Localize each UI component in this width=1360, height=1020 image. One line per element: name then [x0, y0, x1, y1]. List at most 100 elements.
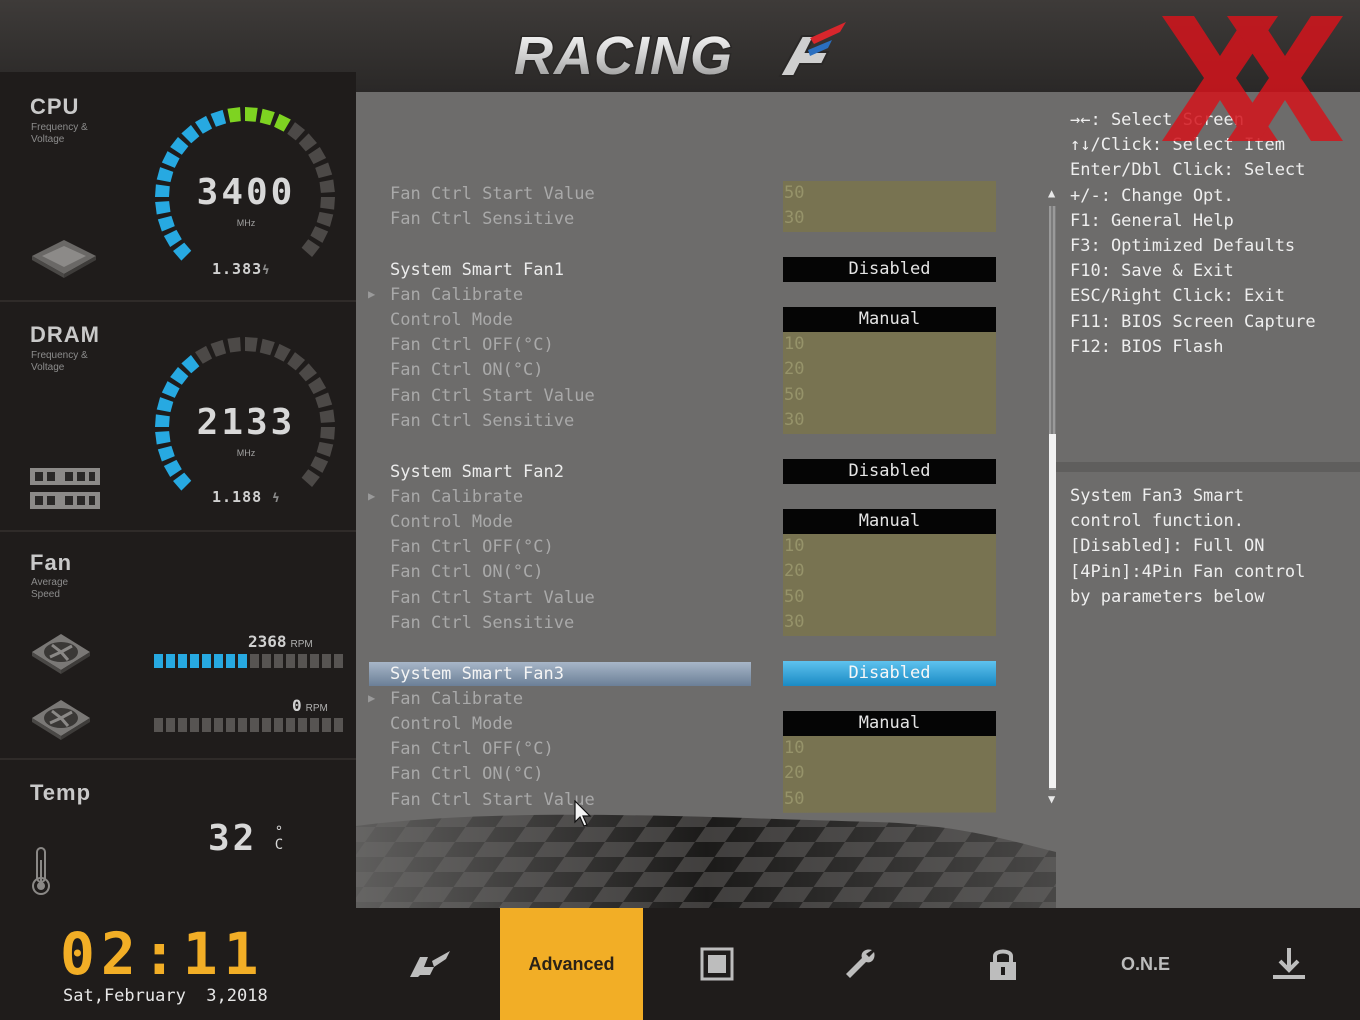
tab-main[interactable]: [358, 908, 501, 1020]
setting-label[interactable]: Fan Ctrl Start Value: [390, 384, 595, 408]
help-panel: →←: Select Screen ↑↓/Click: Select Item En…: [1056, 92, 1360, 908]
setting-label[interactable]: Fan Ctrl ON(°C): [390, 560, 544, 584]
value-field[interactable]: 20: [783, 357, 996, 383]
gauge-segment: [274, 113, 291, 132]
setting-label[interactable]: Control Mode: [390, 510, 513, 534]
fan2-speed-bar: [154, 718, 343, 732]
setting-label[interactable]: Fan Ctrl OFF(°C): [390, 333, 554, 357]
submenu-arrow-icon: ▶: [368, 287, 376, 301]
dram-section: DRAM Frequency & Voltage 2133 MHz 1.188 …: [0, 302, 356, 532]
fan-speed-segment: [310, 718, 319, 732]
dram-module-icon: [30, 466, 102, 516]
gauge-segment: [320, 427, 335, 440]
tab-security[interactable]: [931, 908, 1074, 1020]
fan2-icon: [30, 698, 92, 746]
tab-tools[interactable]: [788, 908, 931, 1020]
gauge-segment: [161, 381, 180, 398]
fan-speed-segment: [334, 718, 343, 732]
dram-frequency: 2133: [196, 402, 296, 443]
tab-one[interactable]: O.N.E: [1074, 908, 1217, 1020]
xx-watermark-logo: [1160, 16, 1345, 141]
fan-section: Fan Average Speed 2368 RPM 0 RPM: [0, 532, 356, 760]
hardware-monitor-panel: CPU Frequency & Voltage 3400 MHz 1.383ϟ …: [0, 72, 356, 908]
gauge-segment: [308, 376, 327, 395]
option-selector[interactable]: Disabled: [783, 459, 996, 484]
scrollbar-thumb[interactable]: [1049, 434, 1056, 788]
help-key-line: Enter/Dbl Click: Select: [1070, 160, 1306, 181]
fan-speed-segment: [238, 718, 247, 732]
setting-label[interactable]: Fan Ctrl Sensitive: [390, 409, 574, 433]
gauge-segment: [301, 469, 320, 488]
setting-label[interactable]: Fan Ctrl OFF(°C): [390, 737, 554, 761]
fan-speed-segment: [178, 654, 187, 668]
value-field[interactable]: 30: [783, 206, 996, 232]
value-field[interactable]: 50: [783, 181, 996, 207]
help-key-line: +/-: Change Opt.: [1070, 185, 1234, 206]
value-field[interactable]: 20: [783, 559, 996, 585]
submenu-item[interactable]: Fan Calibrate: [390, 283, 523, 307]
value-field[interactable]: 10: [783, 534, 996, 560]
scroll-up-arrow-icon[interactable]: ▲: [1048, 186, 1055, 200]
setting-label[interactable]: Fan Ctrl Start Value: [390, 586, 595, 610]
setting-label[interactable]: Fan Ctrl OFF(°C): [390, 535, 554, 559]
value-field[interactable]: 10: [783, 736, 996, 762]
tab-advanced[interactable]: Advanced: [500, 908, 643, 1020]
help-key-line: ESC/Right Click: Exit: [1070, 286, 1285, 307]
submenu-arrow-icon: ▶: [368, 489, 376, 503]
help-divider: [1056, 462, 1360, 472]
tab-chipset[interactable]: [645, 908, 788, 1020]
tab-exit[interactable]: [1217, 908, 1360, 1020]
gauge-segment: [301, 239, 320, 258]
gauge-segment: [245, 107, 258, 122]
cpu-frequency-unit: MHz: [236, 218, 256, 228]
fan-speed-segment: [286, 654, 295, 668]
setting-label[interactable]: Fan Ctrl Start Value: [390, 182, 595, 206]
option-selector[interactable]: Manual: [783, 509, 996, 534]
fan-speed-segment: [322, 718, 331, 732]
option-selector[interactable]: Manual: [783, 307, 996, 332]
option-selector[interactable]: Manual: [783, 711, 996, 736]
value-field[interactable]: 10: [783, 332, 996, 358]
gauge-segment: [155, 414, 170, 427]
option-selector[interactable]: Disabled: [783, 661, 996, 686]
setting-label[interactable]: Fan Ctrl ON(°C): [390, 762, 544, 786]
setting-label[interactable]: Fan Ctrl Start Value: [390, 788, 595, 812]
value-field[interactable]: 50: [783, 585, 996, 611]
racing-logo-icon: [409, 951, 450, 977]
fan-speed-segment: [166, 718, 175, 732]
setting-label[interactable]: System Smart Fan1: [390, 258, 564, 282]
option-selector[interactable]: Disabled: [783, 257, 996, 282]
cpu-subtitle: Frequency & Voltage: [31, 122, 88, 145]
fan1-rpm: 2368 RPM: [248, 632, 313, 651]
setting-label[interactable]: Control Mode: [390, 308, 513, 332]
lock-icon: [989, 949, 1016, 980]
value-field[interactable]: 20: [783, 761, 996, 787]
fan-speed-segment: [262, 718, 271, 732]
gauge-segment: [308, 146, 327, 165]
setting-label[interactable]: System Smart Fan3: [369, 662, 751, 686]
value-field[interactable]: 50: [783, 787, 996, 813]
gauge-segment: [315, 162, 333, 179]
value-field[interactable]: 50: [783, 383, 996, 409]
setting-label[interactable]: Fan Ctrl ON(°C): [390, 358, 544, 382]
setting-label[interactable]: Fan Ctrl Sensitive: [390, 611, 574, 635]
key-help-list: →←: Select Screen ↑↓/Click: Select Item En…: [1070, 108, 1316, 360]
setting-label[interactable]: System Smart Fan2: [390, 460, 564, 484]
gauge-segment: [210, 109, 227, 127]
gauge-segment: [155, 201, 171, 215]
dram-title: DRAM: [30, 322, 100, 347]
gauge-segment: [287, 352, 306, 371]
setting-label[interactable]: Control Mode: [390, 712, 513, 736]
scroll-down-arrow-icon[interactable]: ▼: [1048, 792, 1055, 806]
description-line: System Fan3 Smart: [1070, 486, 1244, 506]
fan-speed-segment: [202, 718, 211, 732]
submenu-item[interactable]: Fan Calibrate: [390, 687, 523, 711]
gauge-segment: [245, 337, 258, 352]
value-field[interactable]: 30: [783, 610, 996, 636]
setting-label[interactable]: Fan Ctrl Sensitive: [390, 207, 574, 231]
value-field[interactable]: 30: [783, 408, 996, 434]
gauge-segment: [155, 184, 170, 197]
submenu-item[interactable]: Fan Calibrate: [390, 485, 523, 509]
gauge-segment: [319, 409, 335, 423]
fan-speed-segment: [154, 654, 163, 668]
